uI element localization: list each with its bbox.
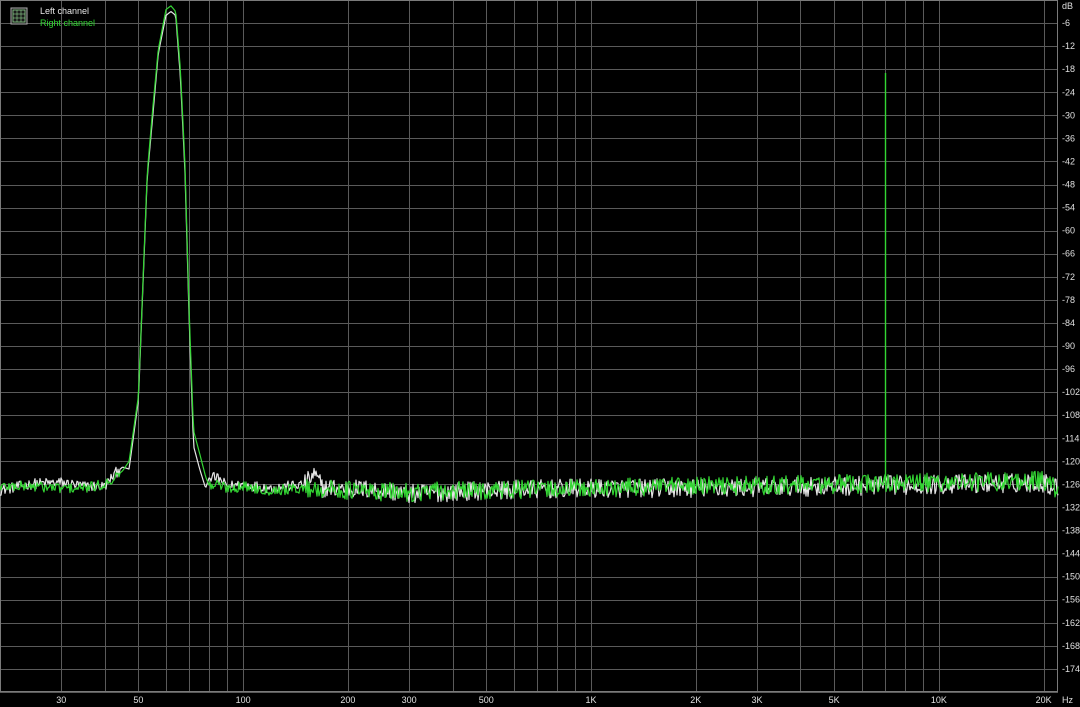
- legend-item-left-channel: Left channel: [40, 6, 89, 16]
- x-tick-label: 1K: [586, 695, 597, 705]
- y-tick-label: -132: [1062, 502, 1080, 512]
- y-tick-label: -108: [1062, 410, 1080, 420]
- spectrum-chart: -6 -12 -18 -24 -30 -36 -42 -48 -54 -60 -66 -72 -78 -8…: [0, 0, 1080, 707]
- y-tick-label: -42: [1062, 156, 1075, 166]
- y-tick-label: -96: [1062, 364, 1075, 374]
- x-tick-label: 50: [133, 695, 143, 705]
- x-tick-label: 3K: [751, 695, 762, 705]
- y-tick-label: -114: [1062, 433, 1079, 443]
- y-tick-label: -126: [1062, 479, 1080, 489]
- y-tick-label: -138: [1062, 526, 1080, 536]
- x-tick-label: 30: [56, 695, 66, 705]
- x-tick-label: 5K: [829, 695, 840, 705]
- y-tick-label: -150: [1062, 572, 1080, 582]
- y-tick-label: -156: [1062, 595, 1080, 605]
- y-tick-label: -30: [1062, 110, 1075, 120]
- x-tick-label: 100: [236, 695, 251, 705]
- y-tick-label: -90: [1062, 341, 1075, 351]
- y-tick-label: -162: [1062, 618, 1080, 628]
- y-tick-label: -48: [1062, 180, 1075, 190]
- x-tick-label: 20K: [1036, 695, 1052, 705]
- x-axis-unit-label: Hz: [1062, 695, 1073, 705]
- y-tick-label: -72: [1062, 272, 1075, 282]
- y-tick-label: -168: [1062, 641, 1080, 651]
- y-tick-label: -12: [1062, 41, 1075, 51]
- x-tick-label: 200: [340, 695, 355, 705]
- y-tick-label: -102: [1062, 387, 1080, 397]
- y-tick-label: -24: [1062, 87, 1075, 97]
- y-tick-label: -120: [1062, 456, 1080, 466]
- y-tick-label: -78: [1062, 295, 1075, 305]
- y-tick-label: -60: [1062, 226, 1075, 236]
- y-tick-label: -36: [1062, 133, 1075, 143]
- grid-icon: [10, 7, 28, 25]
- y-tick-label: -18: [1062, 64, 1075, 74]
- y-axis-unit-label: dB: [1062, 1, 1073, 11]
- y-tick-label: -84: [1062, 318, 1075, 328]
- y-tick-label: -144: [1062, 549, 1080, 559]
- y-tick-label: -174: [1062, 664, 1080, 674]
- y-tick-label: -54: [1062, 203, 1075, 213]
- y-tick-label: -66: [1062, 249, 1075, 259]
- y-tick-label: -6: [1062, 18, 1070, 28]
- x-tick-label: 10K: [931, 695, 947, 705]
- x-tick-label: 2K: [690, 695, 701, 705]
- legend-item-right-channel: Right channel: [40, 18, 95, 28]
- x-tick-label: 500: [479, 695, 494, 705]
- x-tick-label: 300: [402, 695, 417, 705]
